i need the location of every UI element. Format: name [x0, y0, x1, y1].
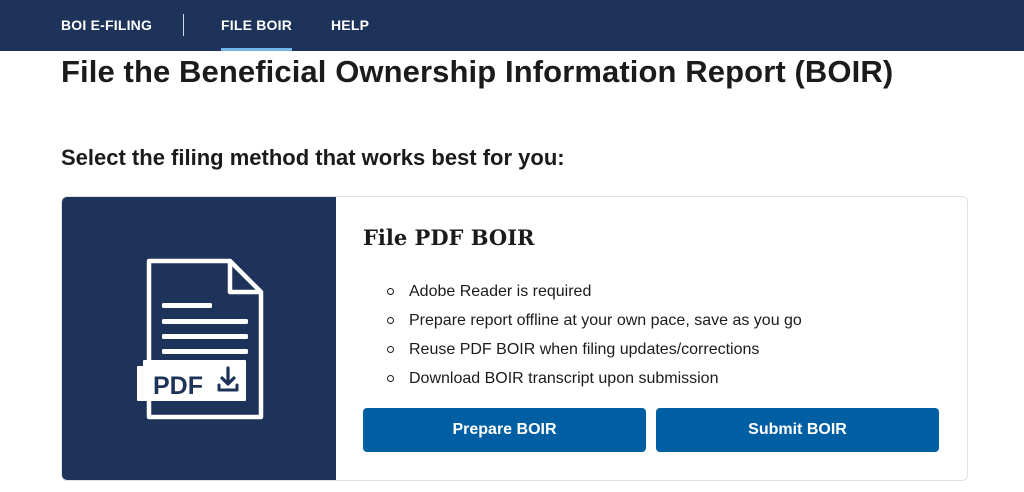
list-item-text: Adobe Reader is required	[409, 283, 592, 300]
card-media-panel: PDF	[62, 197, 336, 480]
page-title: File the Beneficial Ownership Informatio…	[61, 54, 894, 89]
submit-boir-button[interactable]: Submit BOIR	[656, 408, 939, 452]
pdf-document-icon: PDF	[137, 258, 264, 420]
feature-list: Adobe Reader is required Prepare report …	[387, 277, 802, 393]
list-item: Adobe Reader is required	[387, 277, 802, 306]
nav-divider	[183, 14, 184, 36]
card-title: File PDF BOIR	[363, 225, 535, 250]
section-title: Select the filing method that works best…	[61, 145, 565, 170]
card-body: File PDF BOIR Adobe Reader is required P…	[336, 197, 967, 480]
top-navigation: BOI E-FILING FILE BOIR HELP	[0, 0, 1024, 51]
list-item-text: Prepare report offline at your own pace,…	[409, 312, 802, 329]
list-item: Reuse PDF BOIR when filing updates/corre…	[387, 335, 802, 364]
list-item-text: Download BOIR transcript upon submission	[409, 370, 719, 387]
prepare-boir-button[interactable]: Prepare BOIR	[363, 408, 646, 452]
nav-item-file-boir[interactable]: FILE BOIR	[221, 0, 293, 51]
list-item: Prepare report offline at your own pace,…	[387, 306, 802, 335]
nav-item-help[interactable]: HELP	[331, 0, 369, 51]
nav-item-boi-e-filing[interactable]: BOI E-FILING	[61, 0, 152, 51]
bullet-circle-icon	[387, 288, 394, 295]
pdf-label: PDF	[153, 372, 203, 400]
bullet-circle-icon	[387, 317, 394, 324]
bullet-circle-icon	[387, 375, 394, 382]
filing-method-card: PDF File PDF BOIR Adobe Reader is requir…	[61, 196, 968, 481]
bullet-circle-icon	[387, 346, 394, 353]
list-item: Download BOIR transcript upon submission	[387, 364, 802, 393]
list-item-text: Reuse PDF BOIR when filing updates/corre…	[409, 341, 760, 358]
